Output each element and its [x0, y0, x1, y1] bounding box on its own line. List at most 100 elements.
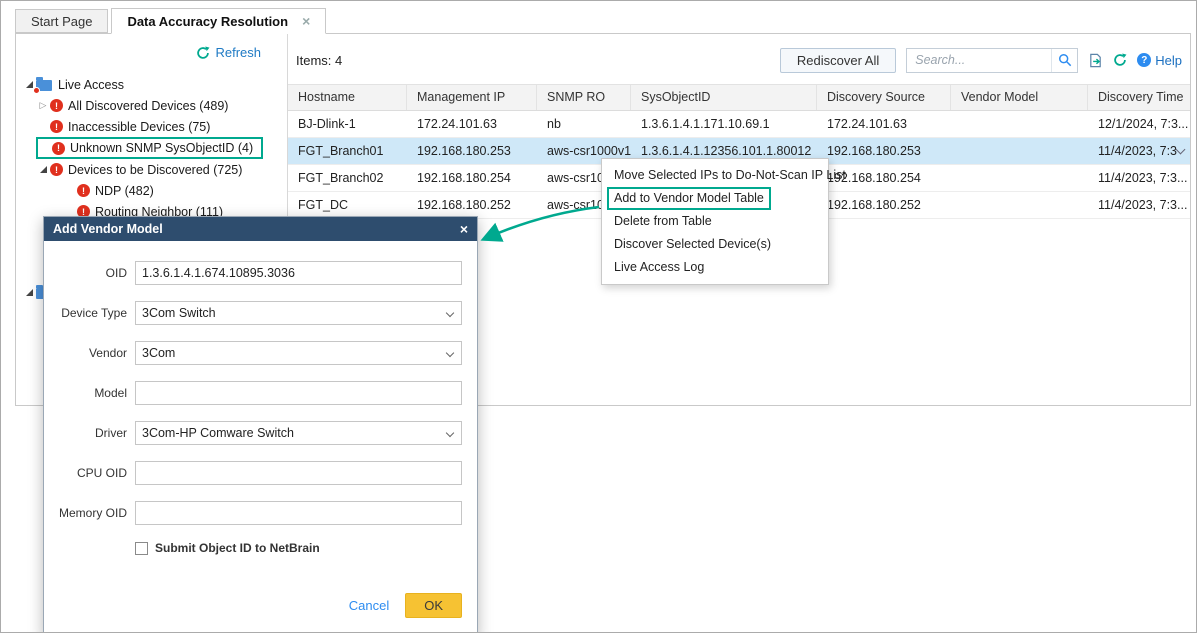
memory-oid-input[interactable]: [135, 501, 462, 525]
export-icon[interactable]: [1088, 53, 1103, 68]
tab-bar: Start Page Data Accuracy Resolution ×: [15, 8, 329, 33]
tree-item-label: Unknown SNMP SysObjectID (4): [70, 141, 253, 155]
tree-item-label: Live Access: [58, 78, 124, 92]
cell-discovery-time: 11/4/2023, 7:3...: [1088, 192, 1190, 218]
menu-item-label: Discover Selected Device(s): [614, 237, 771, 251]
cell-management-ip: 192.168.180.254: [407, 165, 537, 191]
column-header-management-ip[interactable]: Management IP: [407, 85, 537, 110]
row-actions-chevron-icon[interactable]: [1176, 145, 1186, 155]
context-menu: Move Selected IPs to Do-Not-Scan IP List…: [601, 158, 829, 285]
table-row[interactable]: BJ-Dlink-1 172.24.101.63 nb 1.3.6.1.4.1.…: [288, 111, 1190, 138]
search-input[interactable]: [907, 53, 1051, 67]
add-vendor-model-dialog: Add Vendor Model × OID Device Type 3Com …: [43, 216, 478, 633]
field-device-type: Device Type 3Com Switch: [54, 301, 462, 325]
cell-management-ip: 192.168.180.252: [407, 192, 537, 218]
cpu-oid-input[interactable]: [135, 461, 462, 485]
ok-button[interactable]: OK: [405, 593, 462, 618]
cell-discovery-time: 12/1/2024, 7:3...: [1088, 111, 1190, 137]
driver-select[interactable]: 3Com-HP Comware Switch: [135, 421, 462, 445]
app-screen: Start Page Data Accuracy Resolution × Re…: [0, 0, 1197, 633]
select-value: 3Com-HP Comware Switch: [142, 426, 294, 440]
vendor-select[interactable]: 3Com: [135, 341, 462, 365]
menu-item-label-highlighted: Add to Vendor Model Table: [607, 187, 771, 210]
expand-icon[interactable]: ▷: [36, 100, 50, 111]
tree-item-live-access[interactable]: Live Access: [16, 74, 287, 95]
column-header-snmp-ro[interactable]: SNMP RO: [537, 85, 631, 110]
dialog-title: Add Vendor Model: [53, 222, 163, 236]
search-icon[interactable]: [1051, 49, 1077, 72]
column-header-hostname[interactable]: Hostname: [288, 85, 407, 110]
field-label: Vendor: [54, 346, 127, 360]
column-header-sysobjectid[interactable]: SysObjectID: [631, 85, 817, 110]
tree-item-devices-to-be-discovered[interactable]: ! Devices to be Discovered (725): [16, 159, 287, 180]
field-label: OID: [54, 266, 127, 280]
expand-icon[interactable]: [36, 166, 50, 173]
select-value: 3Com Switch: [142, 306, 216, 320]
cell-discovery-source: 192.168.180.252: [817, 192, 951, 218]
menu-item-label: Live Access Log: [614, 260, 704, 274]
column-header-discovery-source[interactable]: Discovery Source: [817, 85, 951, 110]
refresh-label: Refresh: [215, 45, 261, 60]
field-label: Device Type: [54, 306, 127, 320]
dialog-close-icon[interactable]: ×: [460, 222, 468, 236]
field-label: CPU OID: [54, 466, 127, 480]
help-button[interactable]: ? Help: [1137, 53, 1182, 68]
discovery-time-text: 11/4/2023, 7:3: [1098, 138, 1177, 164]
tree-item-label: NDP (482): [95, 184, 154, 198]
cell-hostname: FGT_Branch01: [288, 138, 407, 164]
device-type-select[interactable]: 3Com Switch: [135, 301, 462, 325]
alert-icon: !: [50, 163, 63, 176]
menu-item-live-access-log[interactable]: Live Access Log: [602, 256, 828, 279]
oid-input[interactable]: [135, 261, 462, 285]
tree-item-label: Inaccessible Devices (75): [68, 120, 210, 134]
help-label: Help: [1155, 53, 1182, 68]
column-header-vendor-model[interactable]: Vendor Model: [951, 85, 1088, 110]
menu-item-move-to-do-not-scan[interactable]: Move Selected IPs to Do-Not-Scan IP List: [602, 164, 828, 187]
tab-label: Data Accuracy Resolution: [127, 14, 288, 29]
menu-item-delete-from-table[interactable]: Delete from Table: [602, 210, 828, 233]
cell-hostname: FGT_DC: [288, 192, 407, 218]
field-label: Memory OID: [54, 506, 127, 520]
column-header-discovery-time[interactable]: Discovery Time: [1088, 85, 1190, 110]
cell-hostname: BJ-Dlink-1: [288, 111, 407, 137]
field-label: Model: [54, 386, 127, 400]
tab-close-icon[interactable]: ×: [302, 14, 310, 28]
cell-discovery-time: 11/4/2023, 7:3...: [1088, 165, 1190, 191]
chevron-down-icon: [446, 349, 454, 357]
field-memory-oid: Memory OID: [54, 501, 462, 525]
field-driver: Driver 3Com-HP Comware Switch: [54, 421, 462, 445]
cell-management-ip: 192.168.180.253: [407, 138, 537, 164]
tree-item-inaccessible-devices[interactable]: ! Inaccessible Devices (75): [16, 116, 287, 137]
reload-table-icon[interactable]: [1113, 53, 1127, 67]
tree-item-all-discovered-devices[interactable]: ▷ ! All Discovered Devices (489): [16, 95, 287, 116]
cell-discovery-source: 192.168.180.253: [817, 138, 951, 164]
select-value: 3Com: [142, 346, 175, 360]
dialog-header: Add Vendor Model ×: [44, 217, 477, 241]
field-oid: OID: [54, 261, 462, 285]
cancel-button[interactable]: Cancel: [349, 598, 389, 613]
cell-hostname: FGT_Branch02: [288, 165, 407, 191]
menu-item-add-to-vendor-model-table[interactable]: Add to Vendor Model Table: [602, 187, 828, 210]
submit-objectid-row: Submit Object ID to NetBrain: [135, 541, 462, 555]
tree-item-unknown-snmp-sysobjectid[interactable]: ! Unknown SNMP SysObjectID (4): [36, 137, 263, 159]
tree-item-label: Devices to be Discovered (725): [68, 163, 242, 177]
tab-start-page[interactable]: Start Page: [15, 9, 108, 33]
cell-management-ip: 172.24.101.63: [407, 111, 537, 137]
tab-data-accuracy-resolution[interactable]: Data Accuracy Resolution ×: [111, 8, 326, 34]
table-toolbar: Items: 4 Rediscover All: [288, 34, 1190, 78]
tree-item-ndp[interactable]: ! NDP (482): [16, 180, 287, 201]
tree-item-label: All Discovered Devices (489): [68, 99, 228, 113]
help-icon: ?: [1137, 53, 1151, 67]
alert-icon: !: [50, 120, 63, 133]
field-label: Driver: [54, 426, 127, 440]
search-box: [906, 48, 1078, 73]
menu-item-label: Delete from Table: [614, 214, 712, 228]
menu-item-discover-selected-devices[interactable]: Discover Selected Device(s): [602, 233, 828, 256]
submit-objectid-checkbox[interactable]: [135, 542, 148, 555]
refresh-link[interactable]: Refresh: [196, 45, 261, 60]
rediscover-all-button[interactable]: Rediscover All: [780, 48, 896, 73]
model-input[interactable]: [135, 381, 462, 405]
toolbar-right-group: Rediscover All: [780, 48, 1182, 73]
chevron-down-icon: [446, 309, 454, 317]
field-vendor: Vendor 3Com: [54, 341, 462, 365]
